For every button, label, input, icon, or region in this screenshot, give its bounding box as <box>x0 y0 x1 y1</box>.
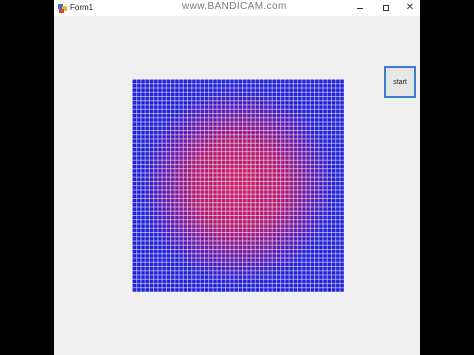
maximize-button[interactable] <box>376 0 396 16</box>
maximize-icon <box>383 5 389 11</box>
title-bar[interactable]: Form1 www.BANDICAM.com ✕ <box>54 0 420 16</box>
start-button[interactable]: start <box>384 66 416 98</box>
window-title: Form1 <box>70 3 94 12</box>
grid-lines <box>132 79 344 292</box>
close-button[interactable]: ✕ <box>400 0 420 16</box>
close-icon: ✕ <box>405 2 415 13</box>
app-icon <box>58 4 67 13</box>
form-window: Form1 www.BANDICAM.com ✕ start <box>54 0 420 355</box>
minimize-button[interactable] <box>350 0 370 16</box>
minimize-icon <box>357 7 363 9</box>
recording-watermark: www.BANDICAM.com <box>182 1 287 12</box>
gradient-grid-panel <box>132 79 344 292</box>
